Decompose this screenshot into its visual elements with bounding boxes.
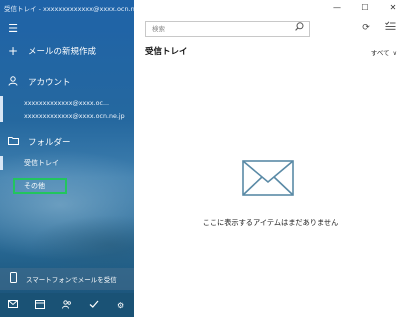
filter-label: すべて [370, 49, 390, 57]
folder-item-other[interactable]: その他 [13, 178, 67, 194]
account-item[interactable]: xxxxxxxxxxxxx@xxxx.ocn.ne.jp [0, 110, 134, 122]
get-mail-on-phone-button[interactable]: スマートフォンでメールを受信 [0, 268, 134, 290]
minimize-button[interactable]: — [323, 0, 351, 16]
search-icon[interactable] [295, 22, 304, 36]
folder-label: その他 [24, 182, 45, 190]
envelope-icon [242, 160, 294, 196]
sync-icon[interactable]: ⟳ [359, 21, 373, 35]
select-mode-icon[interactable] [383, 21, 397, 35]
people-icon[interactable] [57, 299, 77, 311]
navigation-pane: 受信トレイ - xxxxxxxxxxxxx@xxxx.ocn.ne.jp ☰ +… [0, 0, 134, 317]
maximize-button[interactable]: ☐ [351, 0, 379, 16]
settings-icon[interactable]: ⚙ [111, 301, 131, 310]
todo-icon[interactable] [84, 300, 104, 310]
chevron-down-icon: ∨ [392, 50, 397, 57]
accounts-header[interactable]: アカウント [0, 74, 134, 90]
menu-button[interactable]: ☰ [0, 20, 134, 36]
calendar-icon[interactable] [30, 299, 50, 311]
folder-icon [6, 136, 20, 148]
new-mail-label: メールの新規作成 [28, 47, 97, 57]
background-decoration [30, 215, 134, 275]
folders-label: フォルダー [28, 138, 71, 148]
app-switcher-bar: ⚙ [0, 293, 134, 317]
account-item[interactable]: xxxxxxxxxxxxx@xxxx.oc... [0, 97, 134, 109]
accounts-label: アカウント [28, 78, 71, 88]
folders-header[interactable]: フォルダー [0, 134, 134, 150]
message-list-pane: — ☐ ✕ 検索 ⟳ 受信トレイ すべて ∨ ここに表示するアイテムはまだありませ… [134, 0, 407, 317]
new-mail-button[interactable]: + メールの新規作成 [0, 42, 134, 60]
window-title: 受信トレイ - xxxxxxxxxxxxx@xxxx.ocn.ne.jp [4, 5, 134, 13]
folder-title: 受信トレイ [145, 47, 188, 57]
close-button[interactable]: ✕ [379, 0, 407, 16]
phone-icon [6, 272, 20, 286]
plus-icon: + [7, 44, 19, 58]
search-box[interactable]: 検索 [145, 21, 310, 37]
empty-state-message: ここに表示するアイテムはまだありません [202, 218, 339, 227]
person-icon [6, 75, 20, 89]
account-email: xxxxxxxxxxxxx@xxxx.ocn.ne.jp [24, 112, 125, 120]
phone-label: スマートフォンでメールを受信 [26, 276, 117, 284]
search-placeholder: 検索 [152, 25, 165, 33]
folder-item-inbox[interactable]: 受信トレイ [0, 156, 134, 170]
hamburger-icon: ☰ [8, 21, 18, 35]
account-email: xxxxxxxxxxxxx@xxxx.oc... [24, 99, 109, 107]
mail-icon[interactable] [3, 300, 23, 310]
filter-dropdown[interactable]: すべて ∨ [371, 47, 397, 57]
window-controls: — ☐ ✕ [323, 0, 407, 16]
folder-label: 受信トレイ [24, 159, 59, 167]
